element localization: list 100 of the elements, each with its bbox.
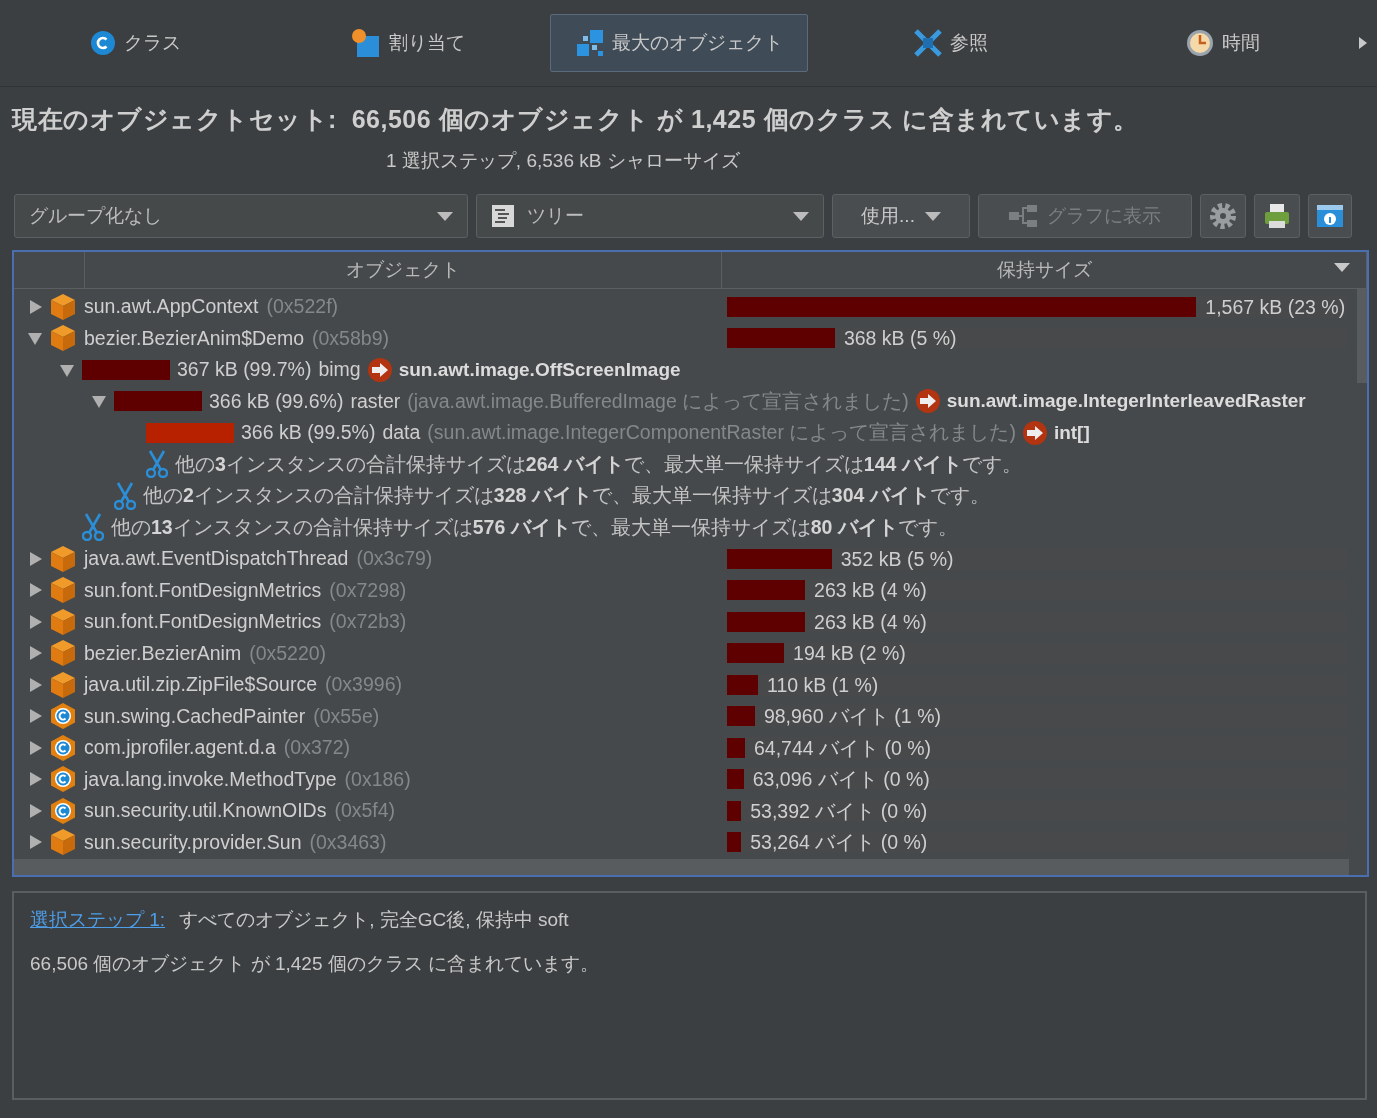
object-name: java.lang.invoke.MethodType [84,767,337,791]
retained-size: 366 kB (99.5%) [241,421,376,445]
allocation-icon [350,28,381,58]
tab[interactable]: 最大のオブジェクト [550,14,809,72]
column-header[interactable]: オブジェクト [346,257,460,283]
object-set-heading: 現在のオブジェクトセット: 66,506 個のオブジェクト が 1,425 個のクラス に含まれています。 [10,104,1140,135]
retained-size: 263 kB (4 %) [814,610,927,634]
selection-step-link[interactable]: 選択ステップ 1: [30,907,166,933]
expand-arrow-icon[interactable] [27,739,43,756]
object-address: (0x72b3) [329,610,407,634]
expand-arrow-icon[interactable] [27,582,43,599]
expand-arrow-icon[interactable] [27,550,43,567]
retained-size: 194 kB (2 %) [793,641,906,665]
object-name: sun.font.FontDesignMetrics [84,610,322,634]
object-address: (0x372) [283,736,350,760]
selection-summary: 1 選択ステップ, 6,536 kB シャローサイズ [385,149,741,173]
tree-row[interactable]: java.awt.EventDispatchThread (0x3c79) 352 kB (5 %) [14,543,1357,575]
field-name: raster [350,389,401,413]
class-icon [50,765,76,794]
cube-icon [50,607,76,636]
tree-row[interactable]: 他の13インスタンスの合計保持サイズは576 バイトで、最大単一保持サイズは80 バイトです。 [14,511,1357,543]
scroll-right-icon[interactable] [1359,37,1367,49]
collapse-arrow-icon[interactable] [91,393,107,410]
field-name: data [382,421,421,445]
tree-row[interactable]: java.lang.invoke.MethodType (0x186) 63,096 バイト (0 %) [14,763,1357,795]
settings-button[interactable] [1200,194,1246,238]
column-header[interactable]: 保持サイズ [996,257,1092,283]
settings-icon [1209,202,1237,230]
object-address: (0x3996) [325,673,402,697]
retained-size: 53,264 バイト (0 %) [750,829,928,855]
retained-size: 352 kB (5 %) [840,547,954,571]
scissors-icon [82,513,104,542]
view-dropdown[interactable]: ツリー [476,194,824,238]
retained-size: 64,744 バイト (0 %) [753,735,932,761]
tree-row[interactable]: 他の2インスタンスの合計保持サイズは328 バイトで、最大単一保持サイズは304 バイトです。 [14,480,1357,512]
object-name: com.jprofiler.agent.d.a [84,736,276,760]
expand-arrow-icon[interactable] [27,298,43,315]
field-name: bimg [318,358,361,382]
object-name: java.awt.EventDispatchThread [84,547,349,571]
tree-row[interactable]: 他の3インスタンスの合計保持サイズは264 バイトで、最大単一保持サイズは144 バイトです。 [14,448,1357,480]
expand-arrow-icon[interactable] [27,613,43,630]
retained-size: 366 kB (99.6%) [209,389,344,413]
dropdown-caret-icon [437,211,453,221]
tab[interactable]: クラス [71,14,201,72]
object-name: sun.swing.CachedPainter [84,704,306,728]
arrow-right-icon [915,389,940,414]
truncated-instances-note: 他の13インスタンスの合計保持サイズは576 バイトで、最大単一保持サイズは80 バイトです。 [111,514,958,540]
expand-arrow-icon[interactable] [27,771,43,788]
collapse-arrow-icon[interactable] [27,330,43,347]
object-name: bezier.BezierAnim [84,641,242,665]
scrollbar-thumb[interactable] [1357,289,1367,383]
truncated-instances-note: 他の2インスタンスの合計保持サイズは328 バイトで、最大単一保持サイズは304 バイトです。 [143,483,990,509]
arrow-right-icon [367,357,392,382]
tree-row[interactable]: bezier.BezierAnim (0x5220) 194 kB (2 %) [14,637,1357,669]
retained-size: 1,567 kB (23 %) [1205,295,1346,319]
tree-row[interactable]: 366 kB (99.5%) data (sun.awt.image.IntegerComponentRaster によって宣言されました) int[] [14,417,1357,449]
tree-row[interactable]: bezier.BezierAnim$Demo (0x58b9) 368 kB (5 %) [14,322,1357,354]
tree-row[interactable]: sun.font.FontDesignMetrics (0x7298) 263 kB (4 %) [14,574,1357,606]
tree-row[interactable]: sun.font.FontDesignMetrics (0x72b3) 263 kB (4 %) [14,606,1357,638]
tree-row[interactable]: sun.security.util.KnownOIDs (0x5f4) 53,392 バイト (0 %) [14,795,1357,827]
object-name: java.util.zip.ZipFile$Source [84,673,318,697]
target-class: sun.awt.image.IntegerInterleavedRaster [946,390,1306,413]
declared-class: (sun.awt.image.IntegerComponentRaster によって宣言されました) [427,420,1016,446]
declared-class: (java.awt.image.BufferedImage によって宣言されました) [407,388,909,414]
tree-row[interactable]: sun.awt.AppContext (0x522f) 1,567 kB (23 %) [14,291,1357,323]
expand-arrow-icon[interactable] [27,676,43,693]
object-address: (0x58b9) [312,326,389,350]
expand-arrow-icon[interactable] [27,645,43,662]
class-icon [50,702,76,731]
cube-icon [50,324,76,353]
tree-row[interactable]: sun.security.provider.Sun (0x3463) 53,264 バイト (0 %) [14,826,1357,858]
expand-arrow-icon[interactable] [27,708,43,725]
cube-icon [50,292,76,321]
tree-row[interactable]: 367 kB (99.7%) bimg sun.awt.image.OffScreenImage [14,354,1357,386]
tree-row[interactable]: 366 kB (99.6%) raster (java.awt.image.BufferedImage によって宣言されました) sun.awt.image.IntegerInterleavedRaster [14,385,1357,417]
print-button[interactable] [1254,194,1300,238]
printer-icon [1263,202,1291,230]
tree-row[interactable]: java.util.zip.ZipFile$Source (0x3996) 110 kB (1 %) [14,669,1357,701]
sort-descending-icon[interactable] [1334,263,1350,272]
object-address: (0x3463) [309,830,387,854]
object-name: sun.awt.AppContext [84,295,259,319]
retained-size: 263 kB (4 %) [814,578,927,602]
tree-row[interactable]: com.jprofiler.agent.d.a (0x372) 64,744 バイト (0 %) [14,732,1357,764]
expand-arrow-icon[interactable] [27,834,43,851]
graph-icon [1009,205,1037,227]
cross-arrows-icon [914,29,943,57]
object-address: (0x5f4) [334,799,396,823]
grouping-dropdown[interactable]: グループ化なし [14,194,468,238]
tree-row[interactable]: sun.swing.CachedPainter (0x55e) 98,960 バイト (1 %) [14,700,1357,732]
tab[interactable]: 参照 [895,14,1008,72]
target-class: int[] [1053,421,1090,444]
class-icon [50,733,76,762]
tab[interactable]: 時間 [1167,14,1280,72]
tab[interactable]: 割り当て [331,14,484,72]
use-button[interactable]: 使用... [832,194,970,238]
step-description: すべてのオブジェクト, 完全GC後, 保持中 soft [179,908,569,932]
expand-arrow-icon[interactable] [27,802,43,819]
cube-icon [50,576,76,605]
cube-icon [50,544,76,573]
info-button[interactable] [1308,194,1352,238]
